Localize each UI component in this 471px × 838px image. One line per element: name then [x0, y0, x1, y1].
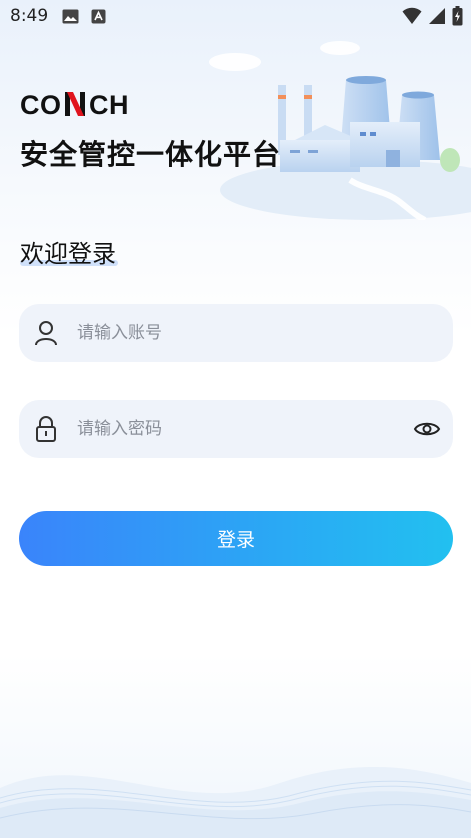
battery-icon	[452, 6, 463, 30]
lock-icon	[33, 416, 59, 442]
username-input[interactable]	[77, 304, 403, 362]
factory-illustration	[200, 40, 471, 224]
svg-text:CH: CH	[89, 90, 129, 120]
user-icon	[33, 320, 59, 346]
wifi-icon	[402, 7, 422, 29]
login-button[interactable]: 登录	[19, 511, 453, 566]
signal-icon	[428, 7, 446, 29]
eye-icon[interactable]	[413, 415, 441, 443]
conch-logo: CO CH	[20, 90, 160, 124]
welcome-heading: 欢迎登录	[20, 240, 116, 268]
header: CO CH 安全管控一体化平台	[0, 40, 471, 223]
status-bar: 8:49	[0, 0, 471, 32]
a-icon	[91, 9, 108, 24]
status-time: 8:49	[10, 6, 49, 26]
image-icon	[62, 9, 79, 24]
app-title: 安全管控一体化平台	[20, 138, 282, 171]
svg-text:CO: CO	[20, 90, 62, 120]
password-input[interactable]	[77, 400, 403, 458]
status-icons	[402, 6, 463, 30]
bottom-wave-decoration	[0, 728, 471, 838]
password-field[interactable]	[19, 400, 453, 458]
username-field[interactable]	[19, 304, 453, 362]
